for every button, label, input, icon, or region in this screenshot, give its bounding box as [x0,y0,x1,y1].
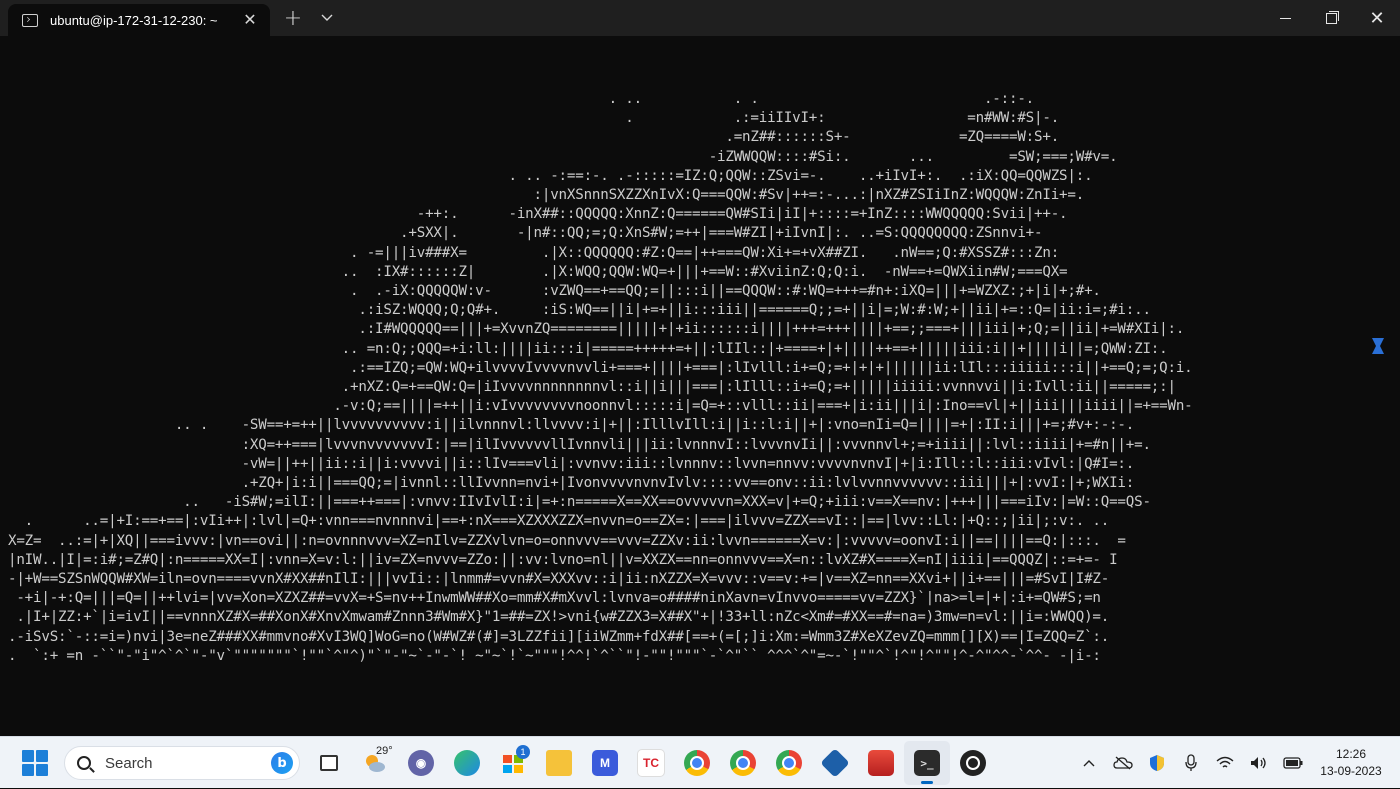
teams-chat-button[interactable]: ◉ [398,741,444,785]
virtualbox-button[interactable] [812,741,858,785]
chevron-down-icon[interactable] [310,0,344,36]
window-controls: ✕ [1262,0,1400,36]
new-tab-button[interactable]: + [276,0,310,36]
close-tab-icon[interactable]: ✕ [240,10,260,30]
task-view-button[interactable] [306,741,352,785]
obs-button[interactable] [950,741,996,785]
volume-icon[interactable] [1242,737,1276,789]
app-button-m[interactable]: M [582,741,628,785]
chrome-button[interactable] [674,741,720,785]
close-icon: ✕ [1369,7,1385,29]
taskbar: Search b 29° ◉ 1 M TC >_ 12:26 13-09-202… [0,736,1400,788]
search-icon [77,756,91,770]
chrome-profile-2-button[interactable] [720,741,766,785]
ascii-art-output: . .. . . .-::-. . .:=iiIIvI+: =n#WW:#S|-… [8,91,1193,664]
copilot-icon[interactable] [1366,334,1390,358]
onedrive-icon[interactable] [1106,737,1140,789]
close-window-button[interactable]: ✕ [1354,0,1400,36]
security-shield-icon[interactable] [1140,737,1174,789]
battery-icon[interactable] [1276,737,1310,789]
red-app-icon [868,750,894,776]
weather-widget[interactable]: 29° [352,741,398,785]
chrome-profile-3-button[interactable] [766,741,812,785]
minimize-icon [1279,17,1291,19]
start-button[interactable] [22,750,48,776]
chat-icon: ◉ [408,750,434,776]
wifi-icon[interactable] [1208,737,1242,789]
title-bar: ubuntu@ip-172-31-12-230: ~ ✕ + ✕ [0,0,1400,36]
chrome-icon [684,750,710,776]
maximize-button[interactable] [1308,0,1354,36]
terminal-output-area[interactable]: . .. . . .-::-. . .:=iiIIvI+: =n#WW:#S|-… [0,36,1400,736]
app-button-red[interactable] [858,741,904,785]
chevron-up-icon[interactable] [1072,737,1106,789]
obs-icon [960,750,986,776]
chrome-profile-icon [776,750,802,776]
terminal-app-button[interactable]: >_ [904,741,950,785]
minimize-button[interactable] [1262,0,1308,36]
taskbar-search-box[interactable]: Search b [64,746,300,780]
restore-icon [1325,10,1339,24]
store-notification-badge: 1 [516,745,530,759]
chrome-profile-icon [730,750,756,776]
microsoft-store-button[interactable]: 1 [490,741,536,785]
bing-icon[interactable]: b [271,752,293,774]
tc-app-button[interactable]: TC [628,741,674,785]
clock-time: 12:26 [1335,747,1367,761]
terminal-tab[interactable]: ubuntu@ip-172-31-12-230: ~ ✕ [8,4,270,36]
folder-icon [546,750,572,776]
edge-button[interactable] [444,741,490,785]
clock-date: 13-09-2023 [1320,764,1382,778]
file-explorer-button[interactable] [536,741,582,785]
search-placeholder: Search [105,754,153,772]
edge-browser-icon [454,750,480,776]
task-view-icon [320,755,338,771]
tc-app-icon: TC [637,749,665,777]
taskbar-apps: 29° ◉ 1 M TC >_ [306,737,996,789]
system-clock[interactable]: 12:26 13-09-2023 [1310,746,1392,780]
terminal-app-icon: >_ [914,750,940,776]
microphone-icon[interactable] [1174,737,1208,789]
virtualbox-icon [820,748,850,778]
terminal-icon [22,13,38,27]
weather-temperature: 29° [376,745,393,757]
m-app-icon: M [592,750,618,776]
system-tray: 12:26 13-09-2023 [1072,737,1400,789]
tab-title: ubuntu@ip-172-31-12-230: ~ [50,12,218,28]
